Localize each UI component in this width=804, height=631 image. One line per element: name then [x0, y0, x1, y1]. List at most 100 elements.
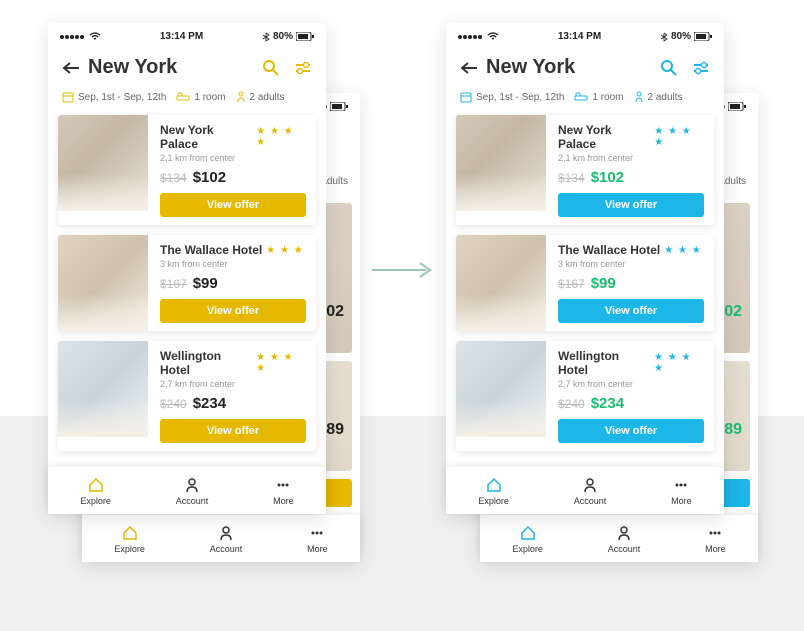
tab-more[interactable]: More: [273, 477, 294, 506]
old-price: $134: [558, 171, 585, 185]
filter-dates-label: Sep, 1st - Sep, 12th: [78, 92, 166, 103]
battery-icon: [694, 32, 712, 41]
page-title: New York: [88, 56, 262, 79]
home-icon: [122, 525, 138, 541]
signal-icon: [458, 32, 499, 41]
tab-more-label: More: [307, 544, 328, 554]
filter-dates[interactable]: Sep, 1st - Sep, 12th: [62, 91, 166, 103]
transition-arrow: [370, 260, 434, 280]
behind-price-1: 02: [724, 303, 742, 321]
tab-account[interactable]: Account: [176, 477, 209, 506]
filter-guests[interactable]: 2 adults: [236, 91, 285, 103]
filter-rooms-label: 1 room: [592, 92, 623, 103]
dots-icon: [309, 525, 325, 541]
hotel-thumbnail: [456, 341, 546, 437]
tab-bar: Explore Account More: [480, 515, 758, 562]
filter-rooms[interactable]: 1 room: [176, 92, 225, 103]
battery-icon: [296, 32, 314, 41]
hotel-card[interactable]: Wellington Hotel★ ★ ★ ★ 2,7 km from cent…: [456, 341, 714, 451]
bed-icon: [176, 92, 190, 102]
view-offer-button[interactable]: View offer: [558, 193, 704, 217]
old-price: $240: [160, 397, 187, 411]
tab-account[interactable]: Account: [574, 477, 607, 506]
phone-variant-a: 13:14 PM 80% New York Sep, 1st - Sep, 12…: [48, 23, 326, 514]
view-offer-button[interactable]: View offer: [558, 419, 704, 443]
home-icon: [88, 477, 104, 493]
hotel-thumbnail: [456, 115, 546, 211]
hotel-card[interactable]: New York Palace★ ★ ★ ★ 2,1 km from cente…: [58, 115, 316, 225]
guest-icon: [634, 91, 644, 103]
tab-account[interactable]: Account: [210, 525, 243, 554]
wifi-icon: [89, 32, 101, 41]
hotel-stars: ★ ★ ★ ★: [256, 352, 306, 374]
filter-rooms[interactable]: 1 room: [574, 92, 623, 103]
filter-bar: Sep, 1st - Sep, 12th 1 room 2 adults: [48, 91, 326, 115]
behind-price-1: 02: [326, 303, 344, 321]
hotel-name: New York Palace: [160, 123, 252, 151]
tab-more[interactable]: More: [671, 477, 692, 506]
hotel-distance: 3 km from center: [160, 259, 306, 269]
filter-bar: Sep, 1st - Sep, 12th 1 room 2 adults: [446, 91, 724, 115]
tab-account-label: Account: [608, 544, 641, 554]
filter-icon[interactable]: [692, 59, 710, 77]
home-icon: [486, 477, 502, 493]
tab-more-label: More: [705, 544, 726, 554]
filter-dates[interactable]: Sep, 1st - Sep, 12th: [460, 91, 564, 103]
hotel-name: New York Palace: [558, 123, 650, 151]
tab-explore-label: Explore: [114, 544, 145, 554]
new-price: $234: [591, 395, 624, 412]
dots-icon: [707, 525, 723, 541]
tab-more[interactable]: More: [705, 525, 726, 554]
view-offer-button[interactable]: View offer: [160, 299, 306, 323]
hotel-name: The Wallace Hotel: [160, 243, 262, 257]
hotel-card[interactable]: Wellington Hotel★ ★ ★ ★ 2,7 km from cent…: [58, 341, 316, 451]
bluetooth-icon: [262, 32, 270, 42]
tab-account[interactable]: Account: [608, 525, 641, 554]
tab-explore[interactable]: Explore: [80, 477, 111, 506]
filter-icon[interactable]: [294, 59, 312, 77]
search-icon[interactable]: [262, 59, 280, 77]
hotel-list: New York Palace★ ★ ★ ★ 2,1 km from cente…: [446, 115, 724, 467]
hotel-stars: ★ ★ ★ ★: [256, 126, 306, 148]
search-icon[interactable]: [660, 59, 678, 77]
page-title: New York: [486, 56, 660, 79]
phone-variant-b: 13:14 PM 80% New York Sep, 1st - Sep, 12…: [446, 23, 724, 514]
hotel-distance: 2,7 km from center: [160, 379, 306, 389]
hotel-list: New York Palace★ ★ ★ ★ 2,1 km from cente…: [48, 115, 326, 467]
wifi-icon: [487, 32, 499, 41]
tab-bar: Explore Account More: [446, 467, 724, 514]
hotel-name: Wellington Hotel: [558, 349, 650, 377]
back-button[interactable]: [62, 61, 80, 75]
person-icon: [184, 477, 200, 493]
hotel-card[interactable]: New York Palace★ ★ ★ ★ 2,1 km from cente…: [456, 115, 714, 225]
bed-icon: [574, 92, 588, 102]
tab-account-label: Account: [574, 496, 607, 506]
header: New York: [48, 46, 326, 91]
status-bar: 13:14 PM 80%: [446, 23, 724, 46]
hotel-thumbnail: [58, 235, 148, 331]
status-time: 13:14 PM: [558, 31, 601, 42]
hotel-thumbnail: [58, 341, 148, 437]
guest-icon: [236, 91, 246, 103]
person-icon: [218, 525, 234, 541]
hotel-stars: ★ ★ ★: [266, 245, 303, 256]
hotel-card[interactable]: The Wallace Hotel★ ★ ★ 3 km from center …: [58, 235, 316, 331]
tab-bar: Explore Account More: [82, 515, 360, 562]
tab-explore[interactable]: Explore: [114, 525, 145, 554]
person-icon: [582, 477, 598, 493]
status-battery: 80%: [671, 31, 691, 42]
view-offer-button[interactable]: View offer: [160, 193, 306, 217]
hotel-card[interactable]: The Wallace Hotel★ ★ ★ 3 km from center …: [456, 235, 714, 331]
back-button[interactable]: [460, 61, 478, 75]
tab-explore[interactable]: Explore: [478, 477, 509, 506]
view-offer-button[interactable]: View offer: [160, 419, 306, 443]
old-price: $167: [160, 277, 187, 291]
tab-more-label: More: [273, 496, 294, 506]
tab-explore[interactable]: Explore: [512, 525, 543, 554]
filter-guests[interactable]: 2 adults: [634, 91, 683, 103]
new-price: $102: [193, 169, 226, 186]
calendar-icon: [62, 91, 74, 103]
view-offer-button[interactable]: View offer: [558, 299, 704, 323]
hotel-distance: 2,7 km from center: [558, 379, 704, 389]
tab-more[interactable]: More: [307, 525, 328, 554]
